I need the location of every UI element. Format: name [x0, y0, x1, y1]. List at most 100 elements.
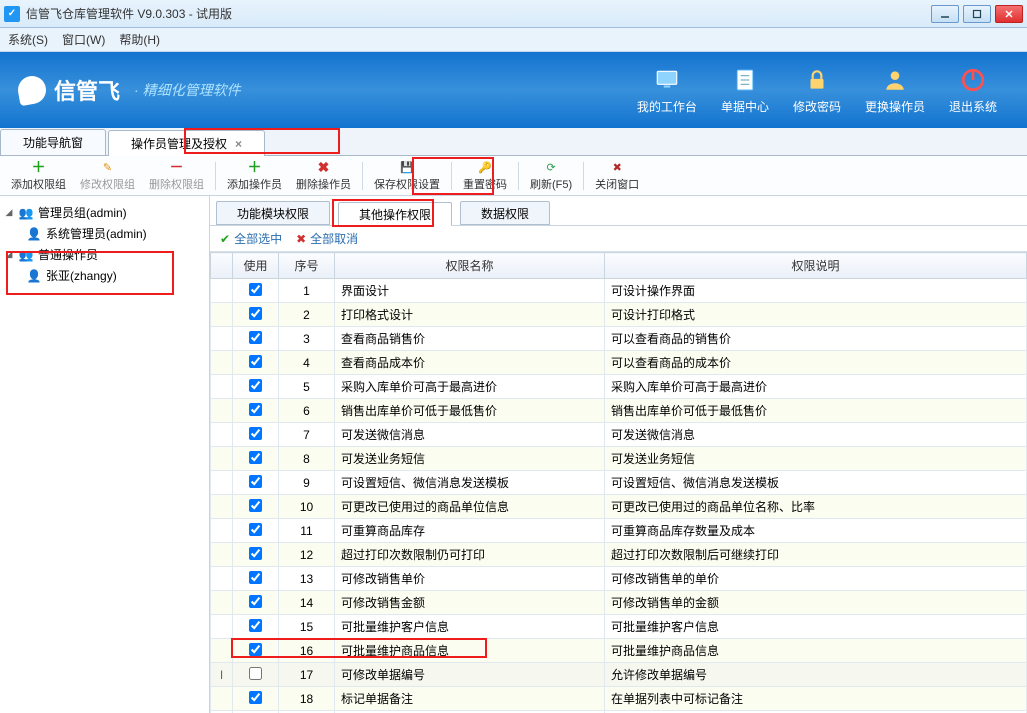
nav-exit[interactable]: 退出系统	[949, 66, 997, 115]
row-checkbox-cell[interactable]	[233, 615, 279, 639]
select-all-button[interactable]: ✔全部选中	[220, 230, 282, 247]
tb-del-group[interactable]: －删除权限组	[142, 156, 211, 195]
row-checkbox-cell[interactable]	[233, 303, 279, 327]
row-checkbox[interactable]	[249, 547, 262, 560]
menu-system[interactable]: 系统(S)	[8, 31, 48, 48]
row-checkbox[interactable]	[249, 283, 262, 296]
table-row[interactable]: 9可设置短信、微信消息发送模板可设置短信、微信消息发送模板	[211, 471, 1027, 495]
nav-workbench[interactable]: 我的工作台	[637, 66, 697, 115]
row-checkbox[interactable]	[249, 523, 262, 536]
row-checkbox-cell[interactable]	[233, 495, 279, 519]
row-checkbox-cell[interactable]	[233, 279, 279, 303]
row-gutter	[211, 279, 233, 303]
row-checkbox[interactable]	[249, 475, 262, 488]
col-use[interactable]: 使用	[233, 253, 279, 279]
row-checkbox-cell[interactable]	[233, 423, 279, 447]
table-row[interactable]: 16可批量维护商品信息可批量维护商品信息	[211, 639, 1027, 663]
collapse-icon[interactable]: ◢	[4, 208, 14, 218]
row-checkbox[interactable]	[249, 451, 262, 464]
row-checkbox-cell[interactable]	[233, 543, 279, 567]
row-checkbox[interactable]	[249, 403, 262, 416]
tree-node-admin-user[interactable]: 👤 系统管理员(admin)	[26, 223, 205, 244]
subtab-module[interactable]: 功能模块权限	[216, 201, 330, 225]
tb-reset-pwd[interactable]: 🔑重置密码	[456, 156, 514, 195]
minimize-button[interactable]	[931, 5, 959, 23]
row-checkbox[interactable]	[249, 499, 262, 512]
subtab-data[interactable]: 数据权限	[460, 201, 550, 225]
row-name: 打印格式设计	[335, 303, 605, 327]
plus-icon: ＋	[31, 159, 47, 175]
maximize-button[interactable]	[963, 5, 991, 23]
tb-add-op[interactable]: ＋添加操作员	[220, 156, 289, 195]
tree-node-normal-user[interactable]: 👤 张亚(zhangy)	[26, 265, 205, 286]
table-row[interactable]: 5采购入库单价可高于最高进价采购入库单价可高于最高进价	[211, 375, 1027, 399]
tab-nav[interactable]: 功能导航窗	[0, 129, 106, 155]
row-checkbox-cell[interactable]	[233, 687, 279, 711]
table-row[interactable]: 2打印格式设计可设计打印格式	[211, 303, 1027, 327]
table-row[interactable]: 11可重算商品库存可重算商品库存数量及成本	[211, 519, 1027, 543]
table-row[interactable]: 10可更改已使用过的商品单位信息可更改已使用过的商品单位名称、比率	[211, 495, 1027, 519]
table-row[interactable]: 15可批量维护客户信息可批量维护客户信息	[211, 615, 1027, 639]
tb-close[interactable]: ✖关闭窗口	[588, 156, 646, 195]
row-desc: 可发送微信消息	[605, 423, 1027, 447]
col-seq[interactable]: 序号	[279, 253, 335, 279]
deselect-all-button[interactable]: ✖全部取消	[296, 230, 358, 247]
monitor-icon	[653, 66, 681, 94]
table-row[interactable]: 18标记单据备注在单据列表中可标记备注	[211, 687, 1027, 711]
save-icon: 💾	[399, 159, 415, 175]
row-checkbox[interactable]	[249, 427, 262, 440]
tab-operator[interactable]: 操作员管理及授权 ×	[108, 130, 265, 156]
tree-node-normal-group[interactable]: ◢ 👥 普通操作员	[4, 244, 205, 265]
menu-help[interactable]: 帮助(H)	[119, 31, 160, 48]
row-checkbox[interactable]	[249, 691, 262, 704]
nav-password[interactable]: 修改密码	[793, 66, 841, 115]
close-button[interactable]	[995, 5, 1023, 23]
row-checkbox[interactable]	[249, 667, 262, 680]
row-checkbox[interactable]	[249, 571, 262, 584]
row-checkbox-cell[interactable]	[233, 639, 279, 663]
row-checkbox[interactable]	[249, 379, 262, 392]
row-checkbox-cell[interactable]	[233, 327, 279, 351]
row-checkbox[interactable]	[249, 643, 262, 656]
table-row[interactable]: 7可发送微信消息可发送微信消息	[211, 423, 1027, 447]
row-checkbox-cell[interactable]	[233, 447, 279, 471]
collapse-icon[interactable]: ◢	[4, 250, 14, 260]
col-desc[interactable]: 权限说明	[605, 253, 1027, 279]
row-checkbox-cell[interactable]	[233, 375, 279, 399]
row-checkbox[interactable]	[249, 619, 262, 632]
table-row[interactable]: 4查看商品成本价可以查看商品的成本价	[211, 351, 1027, 375]
tree-node-admin-group[interactable]: ◢ 👥 管理员组(admin)	[4, 202, 205, 223]
row-checkbox-cell[interactable]	[233, 519, 279, 543]
subtab-other[interactable]: 其他操作权限	[338, 202, 452, 226]
table-row[interactable]: 12超过打印次数限制仍可打印超过打印次数限制后可继续打印	[211, 543, 1027, 567]
nav-docs[interactable]: 单据中心	[721, 66, 769, 115]
row-checkbox-cell[interactable]	[233, 471, 279, 495]
row-checkbox-cell[interactable]	[233, 351, 279, 375]
row-checkbox[interactable]	[249, 595, 262, 608]
table-row[interactable]: 6销售出库单价可低于最低售价销售出库单价可低于最低售价	[211, 399, 1027, 423]
menu-window[interactable]: 窗口(W)	[62, 31, 105, 48]
row-checkbox-cell[interactable]	[233, 663, 279, 687]
table-row[interactable]: 1界面设计可设计操作界面	[211, 279, 1027, 303]
table-row[interactable]: 13可修改销售单价可修改销售单的单价	[211, 567, 1027, 591]
row-checkbox-cell[interactable]	[233, 399, 279, 423]
row-checkbox-cell[interactable]	[233, 591, 279, 615]
table-row[interactable]: 3查看商品销售价可以查看商品的销售价	[211, 327, 1027, 351]
row-checkbox[interactable]	[249, 355, 262, 368]
tb-edit-group[interactable]: ✎修改权限组	[73, 156, 142, 195]
tb-refresh[interactable]: ⟳刷新(F5)	[523, 156, 579, 195]
row-checkbox[interactable]	[249, 307, 262, 320]
tab-close-icon[interactable]: ×	[235, 137, 242, 151]
table-row[interactable]: 14可修改销售金额可修改销售单的金额	[211, 591, 1027, 615]
tb-del-op[interactable]: ✖删除操作员	[289, 156, 358, 195]
tb-save[interactable]: 💾保存权限设置	[367, 156, 447, 195]
table-row[interactable]: 8可发送业务短信可发送业务短信	[211, 447, 1027, 471]
nav-switch[interactable]: 更换操作员	[865, 66, 925, 115]
tb-add-group[interactable]: ＋添加权限组	[4, 156, 73, 195]
row-checkbox-cell[interactable]	[233, 567, 279, 591]
row-checkbox[interactable]	[249, 331, 262, 344]
table-row[interactable]: I17可修改单据编号允许修改单据编号	[211, 663, 1027, 687]
row-gutter: I	[211, 663, 233, 687]
lock-icon	[803, 66, 831, 94]
col-name[interactable]: 权限名称	[335, 253, 605, 279]
